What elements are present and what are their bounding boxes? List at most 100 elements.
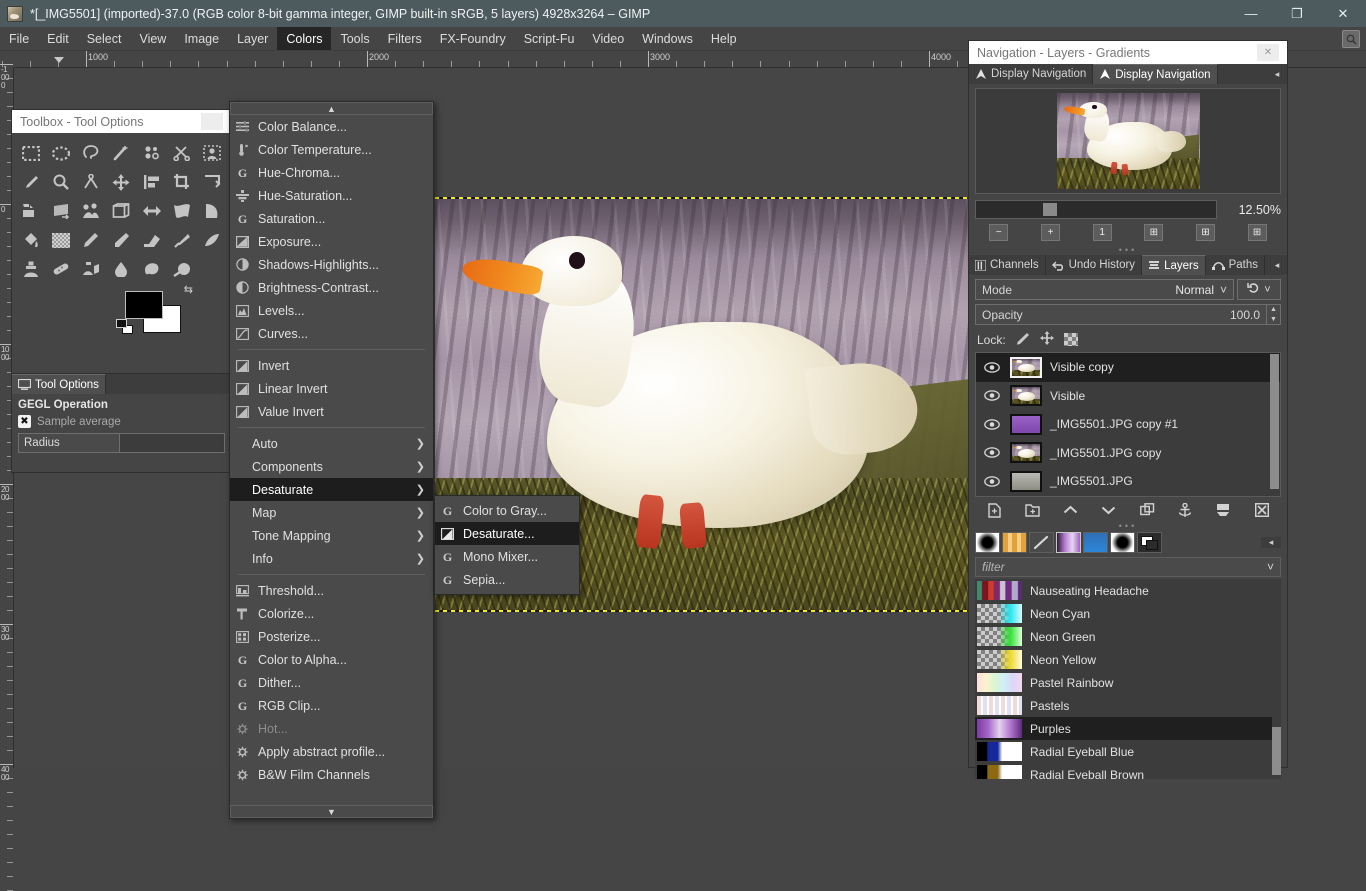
menu-filters[interactable]: Filters	[379, 27, 431, 50]
lock-position-icon[interactable]	[1039, 331, 1054, 348]
chevron-down-icon[interactable]: ˅	[1267, 560, 1274, 574]
scissors-select-tool[interactable]	[167, 139, 196, 167]
zoom-selection-button[interactable]: ⊞	[1247, 224, 1267, 241]
layer-row-img5501-copy[interactable]: _IMG5501.JPG copy	[976, 439, 1280, 468]
menu-windows[interactable]: Windows	[633, 27, 702, 50]
dock-grab-handle-2[interactable]: •••	[969, 522, 1287, 531]
palettes-tab[interactable]	[1083, 532, 1108, 553]
submenu-item-color-to-gray[interactable]: G Color to Gray...	[435, 499, 579, 522]
ellipse-select-tool[interactable]	[46, 139, 75, 167]
chevron-down-icon[interactable]: ˅	[1220, 283, 1227, 297]
menu-image[interactable]: Image	[175, 27, 228, 50]
menu-view[interactable]: View	[130, 27, 175, 50]
new-layer-button[interactable]	[983, 500, 1005, 520]
menu-item-bw-film-channels[interactable]: B&W Film Channels	[230, 763, 433, 786]
align-tool[interactable]	[137, 168, 166, 196]
layer-visibility-icon[interactable]	[984, 362, 1002, 373]
gradients-tab[interactable]	[1056, 532, 1081, 553]
merge-down-button[interactable]	[1213, 500, 1235, 520]
perspective-clone-tool[interactable]	[77, 255, 106, 283]
cage-transform-tool[interactable]	[198, 197, 227, 225]
pencil-tool[interactable]	[77, 226, 106, 254]
zoom-tool[interactable]	[46, 168, 75, 196]
toolbox-dock-menu-button[interactable]	[201, 113, 223, 130]
gradient-row-neon-green[interactable]: Neon Green	[975, 625, 1281, 648]
brushes-tab[interactable]	[975, 532, 1000, 553]
smudge-tool[interactable]	[137, 255, 166, 283]
menu-item-invert[interactable]: Invert	[230, 354, 433, 377]
menu-video[interactable]: Video	[583, 27, 633, 50]
chevron-down-icon[interactable]: ▼	[1270, 316, 1277, 323]
chevron-up-icon[interactable]: ▲	[1270, 306, 1277, 313]
tab-channels[interactable]: Channels	[969, 255, 1046, 275]
delete-layer-button[interactable]	[1251, 500, 1273, 520]
layer-visibility-icon[interactable]	[984, 419, 1002, 430]
search-icon[interactable]	[1342, 30, 1360, 48]
move-tool[interactable]	[107, 168, 136, 196]
panel-menu-icon[interactable]: ◂	[1267, 255, 1287, 275]
gradient-row-neon-cyan[interactable]: Neon Cyan	[975, 602, 1281, 625]
menu-item-rgb-clip[interactable]: G RGB Clip...	[230, 694, 433, 717]
foreground-color-swatch[interactable]	[125, 291, 163, 319]
menu-item-components[interactable]: Components ❯	[230, 455, 433, 478]
layer-visibility-icon[interactable]	[984, 390, 1002, 401]
bucket-fill-tool[interactable]	[16, 226, 45, 254]
dodge-burn-tool[interactable]	[167, 255, 196, 283]
menu-item-brightness-contrast[interactable]: Brightness-Contrast...	[230, 276, 433, 299]
panel-menu-icon[interactable]: ◂	[1267, 64, 1287, 84]
clone-tool[interactable]	[16, 255, 45, 283]
layer-row-visible[interactable]: Visible	[976, 382, 1280, 411]
menu-item-desaturate[interactable]: Desaturate ❯	[230, 478, 433, 501]
radius-field[interactable]: Radius	[18, 433, 225, 453]
menu-scroll-up-icon[interactable]: ▲	[230, 102, 433, 115]
checkbox-checked-icon[interactable]: ✖	[18, 415, 31, 428]
patterns-tab[interactable]	[1002, 532, 1027, 553]
gradient-row-pastels[interactable]: Pastels	[975, 694, 1281, 717]
menu-item-hue-saturation[interactable]: Hue-Saturation...	[230, 184, 433, 207]
dynamics-tab[interactable]	[1029, 532, 1054, 553]
menu-item-info[interactable]: Info ❯	[230, 547, 433, 570]
gradient-row-radial-eyeball-brown[interactable]: Radial Eyeball Brown	[975, 763, 1281, 779]
mode-selector[interactable]: Mode Normal ˅	[975, 279, 1234, 300]
radius-value[interactable]	[119, 434, 224, 452]
raise-layer-button[interactable]	[1060, 500, 1082, 520]
panel-menu-icon[interactable]: ◂	[1261, 537, 1281, 548]
submenu-item-mono-mixer[interactable]: G Mono Mixer...	[435, 545, 579, 568]
menu-item-hue-chroma[interactable]: G Hue-Chroma...	[230, 161, 433, 184]
tab-display-navigation-2[interactable]: Display Navigation	[1093, 64, 1218, 84]
document-history-tab[interactable]	[1137, 532, 1162, 553]
menu-fx-foundry[interactable]: FX-Foundry	[431, 27, 515, 50]
gradient-row-pastel-rainbow[interactable]: Pastel Rainbow	[975, 671, 1281, 694]
menu-tools[interactable]: Tools	[331, 27, 378, 50]
layer-list[interactable]: Visible copy Visible _IMG5501.JPG copy #…	[975, 352, 1281, 497]
gradient-row-purples[interactable]: Purples	[975, 717, 1281, 740]
tab-layers[interactable]: Layers	[1142, 255, 1206, 275]
zoom-out-button[interactable]: −	[989, 224, 1009, 241]
select-by-color-tool[interactable]	[137, 139, 166, 167]
3d-transform-tool[interactable]	[107, 197, 136, 225]
duplicate-layer-button[interactable]	[1136, 500, 1158, 520]
layer-row-visible-copy[interactable]: Visible copy	[976, 353, 1280, 382]
minimize-button[interactable]: —	[1228, 0, 1274, 27]
menu-item-exposure[interactable]: Exposure...	[230, 230, 433, 253]
perspective-tool[interactable]	[46, 197, 75, 225]
gradient-tool[interactable]	[46, 226, 75, 254]
menu-item-apply-abstract-profile[interactable]: Apply abstract profile...	[230, 740, 433, 763]
lock-pixels-icon[interactable]	[1016, 332, 1030, 348]
zoom-slider[interactable]	[975, 200, 1217, 219]
gradient-row-nauseating-headache[interactable]: Nauseating Headache	[975, 579, 1281, 602]
tab-paths[interactable]: Paths	[1205, 255, 1266, 275]
menu-colors[interactable]: Colors	[277, 27, 332, 50]
flip-tool[interactable]	[137, 197, 166, 225]
close-button[interactable]: ✕	[1320, 0, 1366, 27]
layer-row-img5501-copy-1[interactable]: _IMG5501.JPG copy #1	[976, 410, 1280, 439]
foreground-select-tool[interactable]	[198, 139, 227, 167]
right-dock-close-button[interactable]: ✕	[1257, 44, 1279, 61]
maximize-button[interactable]: ❐	[1274, 0, 1320, 27]
anchor-layer-button[interactable]	[1174, 500, 1196, 520]
lower-layer-button[interactable]	[1098, 500, 1120, 520]
submenu-item-desaturate[interactable]: Desaturate...	[435, 522, 579, 545]
menu-select[interactable]: Select	[78, 27, 131, 50]
gradient-filter-input[interactable]: filter ˅	[975, 557, 1281, 577]
measure-tool[interactable]	[77, 168, 106, 196]
